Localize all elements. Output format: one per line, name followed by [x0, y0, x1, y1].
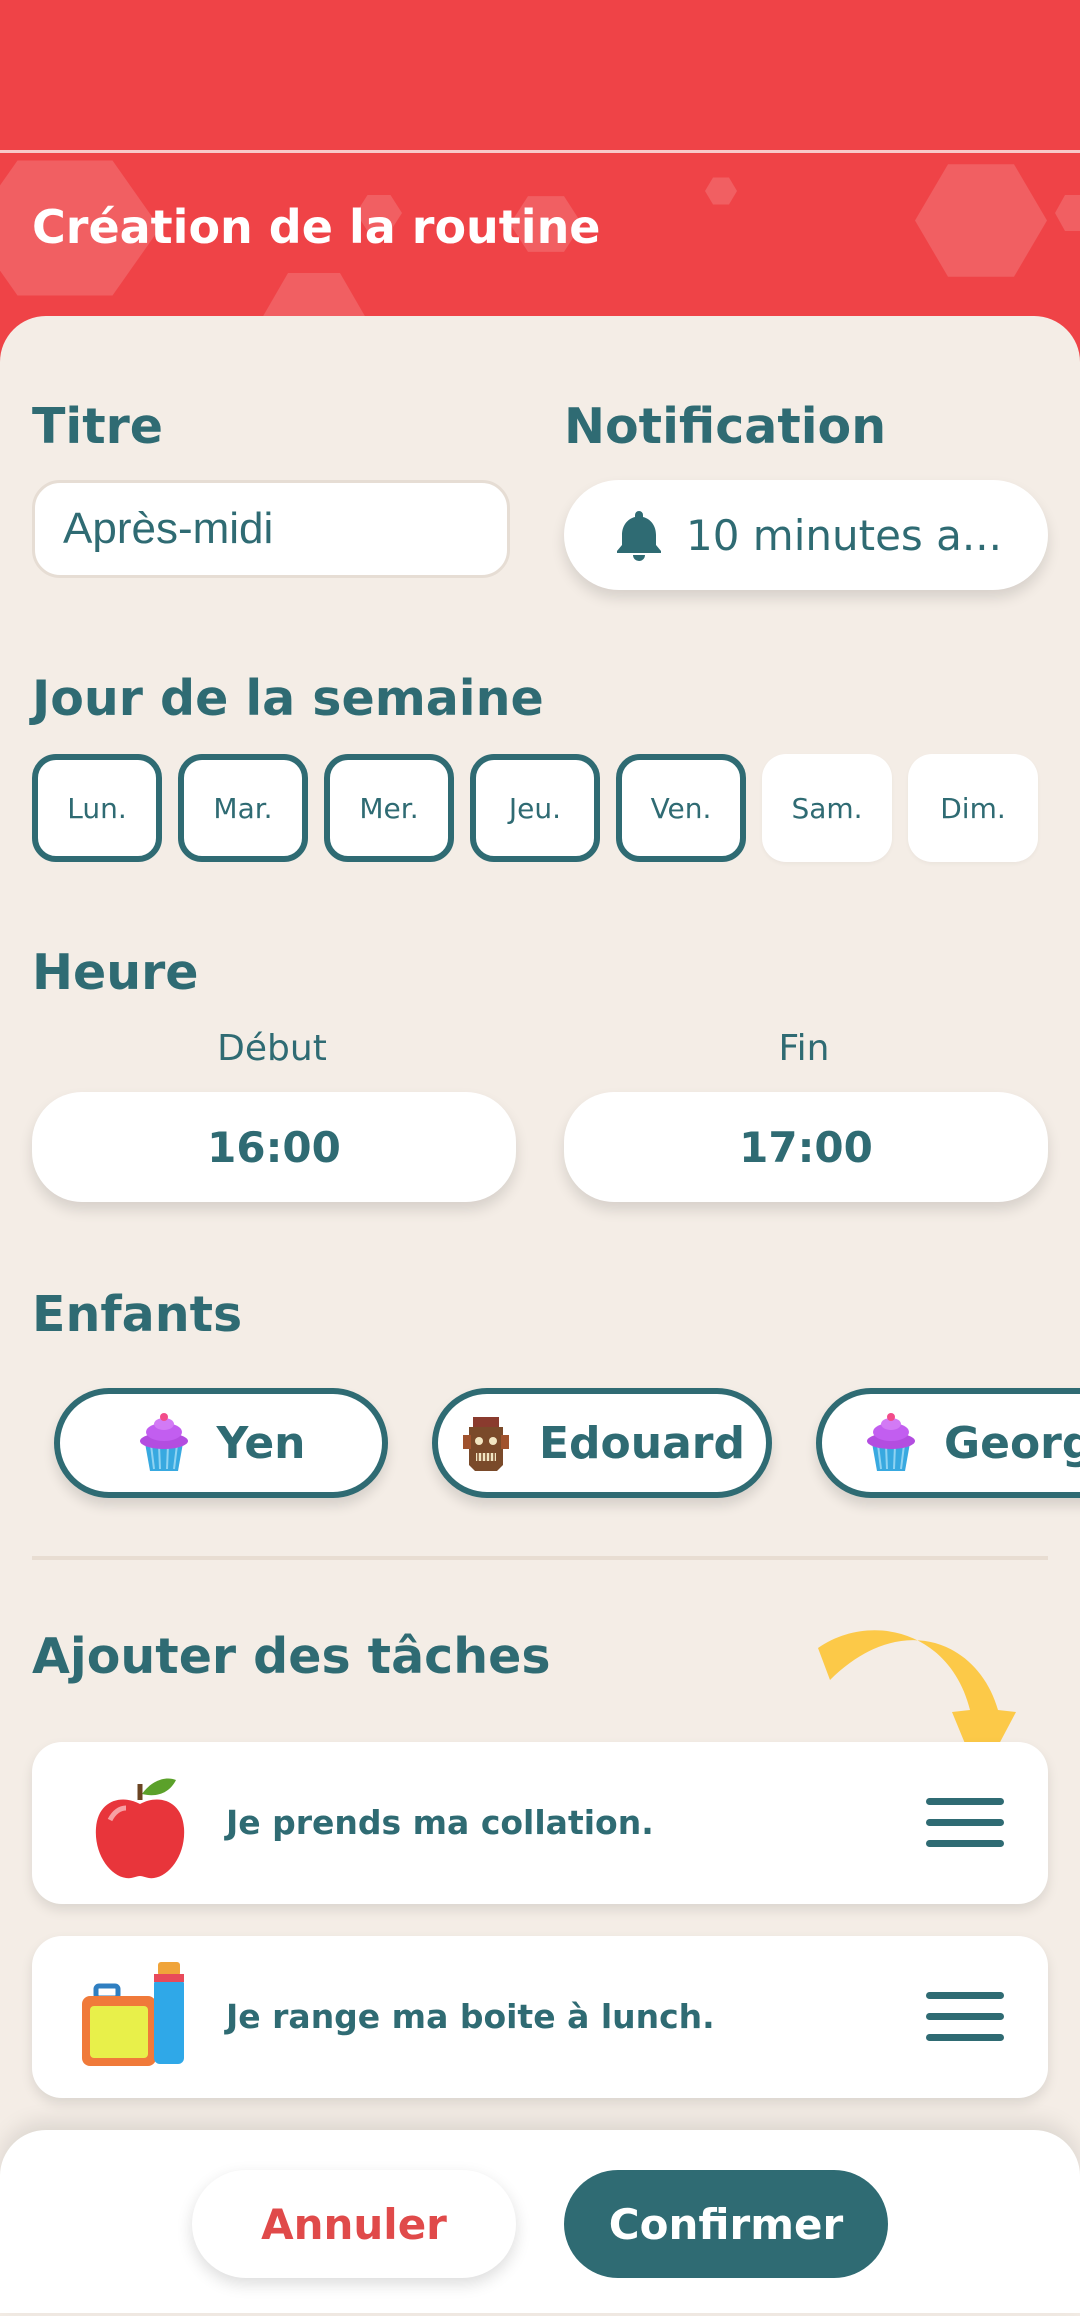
drag-handle-icon[interactable] — [926, 1992, 1004, 2042]
day-toggle-saturday[interactable]: Sam. — [762, 754, 892, 862]
child-name: Yen — [216, 1417, 306, 1469]
cancel-button[interactable]: Annuler — [192, 2170, 516, 2278]
start-time-picker[interactable]: 16:00 — [32, 1092, 516, 1202]
bell-icon — [617, 511, 661, 561]
day-toggle-thursday[interactable]: Jeu. — [470, 754, 600, 862]
section-divider — [32, 1556, 1048, 1560]
lunchbox-icon — [82, 1962, 184, 2066]
decorative-hexagon — [915, 164, 1047, 277]
child-name: Edouard — [539, 1417, 745, 1469]
start-label: Début — [217, 1028, 327, 1069]
notification-select[interactable]: 10 minutes a... — [564, 480, 1048, 590]
child-chip-george[interactable]: George — [816, 1388, 1080, 1498]
apple-icon — [95, 1778, 185, 1879]
child-name: George — [944, 1417, 1080, 1469]
status-bar — [0, 0, 1080, 150]
page-title: Création de la routine — [32, 200, 601, 254]
decorative-hexagon — [705, 177, 737, 205]
task-item[interactable]: Je prends ma collation. — [32, 1742, 1048, 1904]
notification-label: Notification — [564, 398, 887, 455]
title-label: Titre — [32, 398, 164, 455]
task-item[interactable]: Je range ma boite à lunch. — [32, 1936, 1048, 2098]
cupcake-icon — [867, 1413, 915, 1471]
task-label: Je range ma boite à lunch. — [226, 1997, 715, 2036]
day-toggle-monday[interactable]: Lun. — [32, 754, 162, 862]
totem-icon — [463, 1417, 509, 1471]
title-input[interactable] — [32, 480, 510, 578]
time-label: Heure — [32, 944, 199, 1001]
confirm-button[interactable]: Confirmer — [564, 2170, 888, 2278]
bottom-action-bar — [0, 2130, 1080, 2313]
children-label: Enfants — [32, 1286, 243, 1343]
drag-handle-icon[interactable] — [926, 1798, 1004, 1848]
child-chip-edouard[interactable]: Edouard — [432, 1388, 772, 1498]
children-carousel[interactable]: Yen Edouard George — [0, 1384, 1080, 1524]
day-toggle-wednesday[interactable]: Mer. — [324, 754, 454, 862]
day-selector: Lun. Mar. Mer. Jeu. Ven. Sam. Dim. — [32, 754, 1038, 862]
end-label: Fin — [778, 1028, 830, 1069]
decorative-hexagon — [1055, 195, 1080, 231]
days-label: Jour de la semaine — [32, 670, 544, 727]
cupcake-icon — [139, 1413, 188, 1471]
notification-value: 10 minutes a... — [686, 510, 1002, 560]
child-chip-yen[interactable]: Yen — [54, 1388, 388, 1498]
day-toggle-sunday[interactable]: Dim. — [908, 754, 1038, 862]
task-label: Je prends ma collation. — [226, 1803, 654, 1842]
tasks-label: Ajouter des tâches — [32, 1628, 551, 1685]
day-toggle-friday[interactable]: Ven. — [616, 754, 746, 862]
day-toggle-tuesday[interactable]: Mar. — [178, 754, 308, 862]
end-time-picker[interactable]: 17:00 — [564, 1092, 1048, 1202]
